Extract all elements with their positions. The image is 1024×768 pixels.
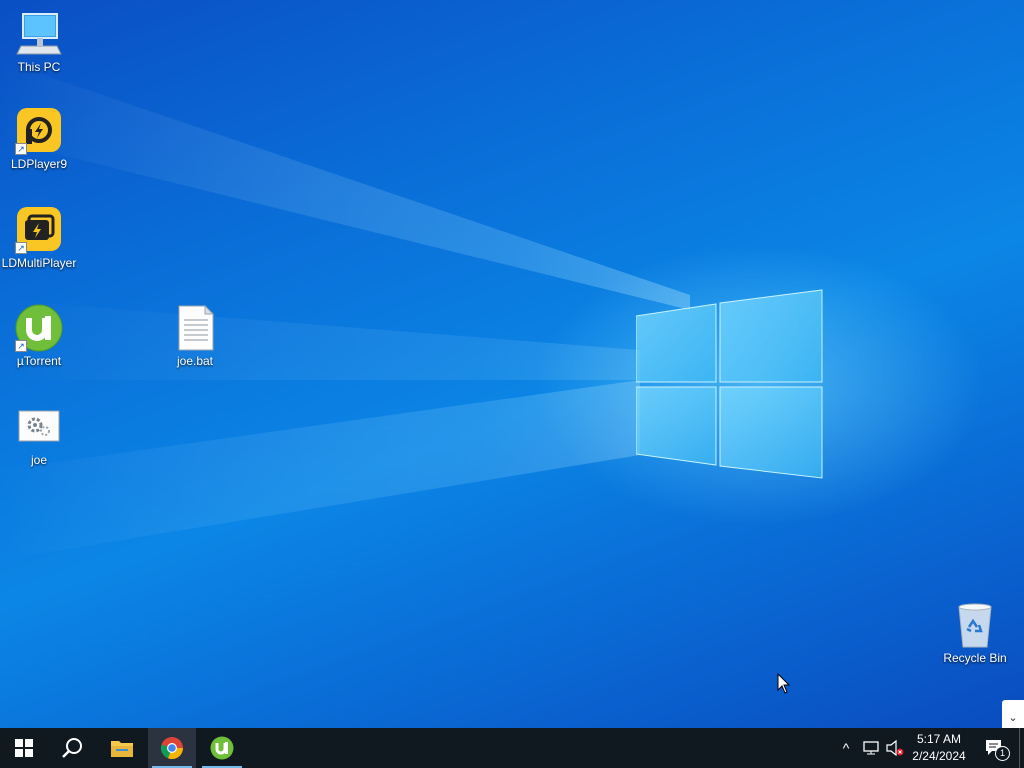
desktop-icon-ldplayer9[interactable]: ↗ LDPlayer9: [0, 107, 78, 171]
chevron-down-icon[interactable]: ⌄: [1002, 700, 1024, 728]
desktop-icon-ldmultiplayer[interactable]: ↗ LDMultiPlayer: [0, 206, 78, 270]
chrome-icon: [161, 737, 184, 760]
desktop-icon-label: LDPlayer9: [10, 157, 68, 171]
clock-date: 2/24/2024: [912, 749, 966, 763]
desktop-icon-label: µTorrent: [16, 354, 62, 368]
search-button[interactable]: [48, 728, 96, 768]
ldplayer-icon: ↗: [15, 107, 63, 155]
settings-file-icon: [15, 403, 63, 451]
show-desktop-button[interactable]: [1019, 728, 1024, 768]
desktop-icon-label: joe.bat: [176, 354, 214, 368]
chrome-taskbar-button[interactable]: [148, 728, 196, 768]
shortcut-arrow-icon: ↗: [15, 242, 27, 254]
show-hidden-icons-button[interactable]: ^: [836, 728, 856, 768]
batch-file-icon: [171, 304, 219, 352]
folder-icon: [111, 741, 133, 757]
windows-logo-wallpaper: [636, 289, 823, 479]
start-button[interactable]: [0, 728, 48, 768]
shortcut-arrow-icon: ↗: [15, 340, 27, 352]
action-center-button[interactable]: 1: [980, 728, 1010, 768]
taskbar: ^ 5:17 AM 2/24/2024 1: [0, 728, 1024, 768]
desktop-icon-utorrent[interactable]: ↗ µTorrent: [0, 304, 78, 368]
wallpaper-light-beams: [0, 60, 690, 560]
volume-muted-icon[interactable]: [884, 728, 906, 768]
ldmultiplayer-icon: ↗: [15, 206, 63, 254]
shortcut-arrow-icon: ↗: [15, 143, 27, 155]
recycle-bin-icon: [951, 601, 999, 649]
clock-time: 5:17 AM: [916, 732, 962, 746]
desktop-icon-label: joe: [30, 453, 47, 467]
taskbar-clock[interactable]: 5:17 AM 2/24/2024: [904, 728, 974, 768]
computer-icon: [15, 10, 63, 58]
utorrent-taskbar-button[interactable]: [198, 728, 246, 768]
desktop-icon-joe-bat[interactable]: joe.bat: [156, 304, 234, 368]
desktop-icon-this-pc[interactable]: This PC: [0, 10, 78, 74]
utorrent-icon: ↗: [15, 304, 63, 352]
desktop-icon-label: LDMultiPlayer: [1, 256, 77, 270]
network-icon[interactable]: [860, 728, 882, 768]
file-explorer-button[interactable]: [98, 728, 146, 768]
utorrent-icon: [210, 736, 234, 760]
windows-start-icon: [15, 739, 33, 757]
desktop-icon-label: Recycle Bin: [943, 651, 1007, 665]
chevron-up-icon: ^: [842, 740, 850, 756]
search-icon: [62, 738, 82, 758]
notification-badge: 1: [995, 746, 1010, 761]
desktop-icon-joe[interactable]: joe: [0, 403, 78, 467]
desktop-icon-recycle-bin[interactable]: Recycle Bin: [936, 601, 1014, 665]
desktop[interactable]: This PC ↗ LDPlayer9 ↗ LDMultiPlayer ↗ µT…: [0, 0, 1024, 728]
mouse-cursor-icon: [777, 673, 791, 694]
desktop-icon-label: This PC: [17, 60, 61, 74]
